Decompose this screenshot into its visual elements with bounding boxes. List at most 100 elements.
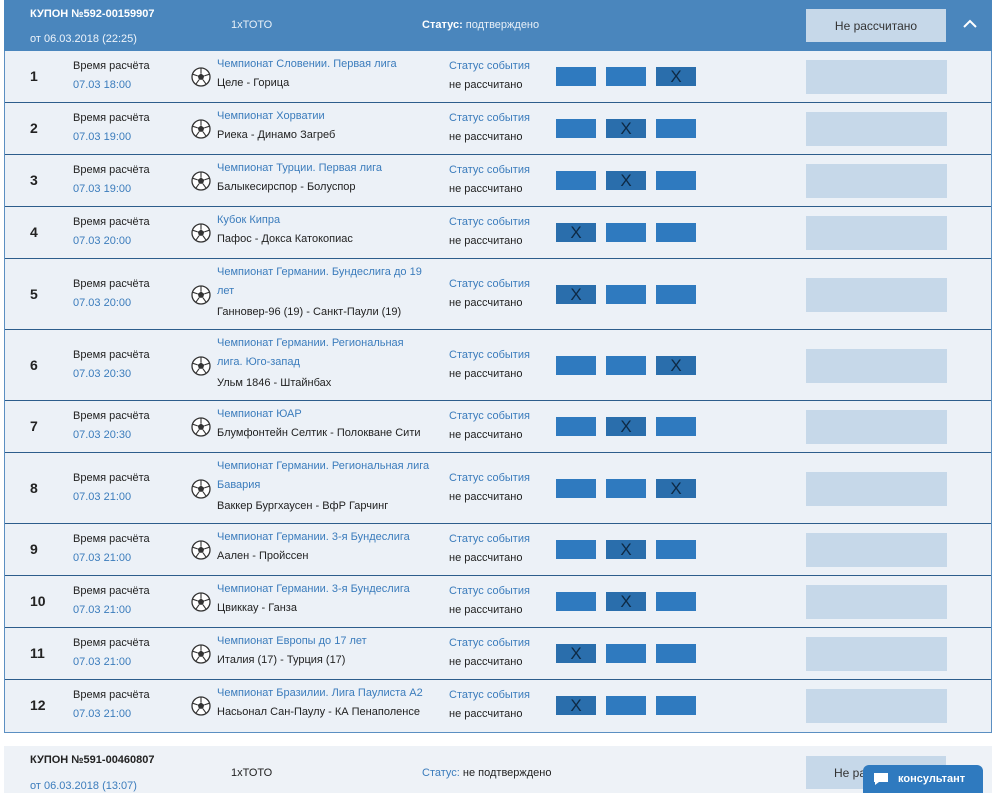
- option-2-win[interactable]: X: [656, 67, 696, 86]
- league-link[interactable]: Чемпионат Германии. Региональная лига. Ю…: [217, 334, 432, 372]
- option-2-win[interactable]: X: [656, 355, 696, 375]
- chevron-up-icon[interactable]: [962, 14, 978, 34]
- option-1-win[interactable]: [556, 171, 596, 190]
- event-result-box: [806, 112, 947, 146]
- league-link[interactable]: Чемпионат Германии. 3-я Бундеслига: [217, 580, 432, 599]
- event-number: 2: [30, 120, 38, 136]
- event-number: 4: [30, 224, 38, 240]
- event-status-value: не рассчитано: [449, 552, 523, 564]
- option-x-draw[interactable]: [606, 355, 646, 375]
- option-1-win[interactable]: X: [556, 696, 596, 715]
- option-x-draw[interactable]: X: [606, 592, 646, 611]
- coupon-date: от 06.03.2018 (13:07): [30, 780, 137, 792]
- soccer-ball-icon: [191, 696, 211, 716]
- option-2-win[interactable]: X: [656, 478, 696, 498]
- soccer-ball-icon: [191, 592, 211, 612]
- option-2-win[interactable]: [656, 644, 696, 663]
- event-status-label: Статус события: [449, 585, 530, 597]
- option-1-win[interactable]: X: [556, 284, 596, 304]
- option-1-win[interactable]: [556, 119, 596, 138]
- league-link[interactable]: Чемпионат Европы до 17 лет: [217, 632, 432, 651]
- soccer-ball-icon: [191, 540, 211, 560]
- option-x-draw[interactable]: X: [606, 417, 646, 436]
- option-1-win[interactable]: [556, 417, 596, 436]
- league-link[interactable]: Чемпионат ЮАР: [217, 405, 432, 424]
- coupon-card: КУПОН №592-00159907 от 06.03.2018 (22:25…: [4, 0, 992, 733]
- soccer-ball-icon: [191, 417, 211, 437]
- calc-time-value: 07.03 19:00: [73, 131, 132, 143]
- coupon-date: от 06.03.2018 (22:25): [30, 33, 137, 45]
- league-link[interactable]: Чемпионат Бразилии. Лига Паулиста А2: [217, 684, 432, 703]
- soccer-ball-icon: [191, 119, 211, 139]
- coupon-number: КУПОН №592-00159907: [30, 8, 155, 20]
- option-1-win[interactable]: X: [556, 644, 596, 663]
- option-2-win[interactable]: [656, 696, 696, 715]
- option-x-draw[interactable]: [606, 644, 646, 663]
- coupon-status-value: не подтверждено: [462, 767, 552, 779]
- calculation-status-button[interactable]: Не рассчитано: [806, 9, 946, 42]
- event-status-label: Статус события: [449, 689, 530, 701]
- event-status-label: Статус события: [449, 410, 530, 422]
- event-row: 12 Время расчёта 07.03 21:00 Чемпионат Браз…: [5, 680, 991, 732]
- event-number: 3: [30, 172, 38, 188]
- event-status-value: не рассчитано: [449, 367, 523, 380]
- option-x-draw[interactable]: X: [606, 540, 646, 559]
- option-x-draw[interactable]: [606, 67, 646, 86]
- option-x-draw[interactable]: [606, 223, 646, 242]
- option-2-win[interactable]: [656, 540, 696, 559]
- league-link[interactable]: Чемпионат Германии. 3-я Бундеслига: [217, 528, 432, 547]
- option-x-draw[interactable]: X: [606, 119, 646, 138]
- option-x-draw[interactable]: [606, 478, 646, 498]
- calc-time-value: 07.03 21:00: [73, 656, 132, 668]
- coupon-type: 1xТОТО: [231, 19, 273, 31]
- calc-time-value: 07.03 20:30: [73, 429, 132, 441]
- coupon-status-label: Статус:: [422, 767, 460, 779]
- event-status-label: Статус события: [449, 277, 530, 290]
- calc-time-label: Время расчёта: [73, 585, 150, 597]
- league-link[interactable]: Чемпионат Германии. Региональная лига Ба…: [217, 457, 432, 495]
- coupon-header[interactable]: КУПОН №592-00159907 от 06.03.2018 (22:25…: [4, 0, 992, 51]
- soccer-ball-icon: [191, 284, 211, 305]
- event-status-label: Статус события: [449, 216, 530, 228]
- chat-icon: [874, 773, 888, 785]
- option-2-win[interactable]: [656, 417, 696, 436]
- event-number: 11: [30, 645, 45, 661]
- event-status-value: не рассчитано: [449, 296, 523, 309]
- event-row: 6 Время расчёта 07.03 20:30 Чемпионат Герма…: [5, 330, 991, 401]
- calc-time-label: Время расчёта: [73, 277, 150, 290]
- coupon-history-page: КУПОН №592-00159907 от 06.03.2018 (22:25…: [0, 0, 994, 793]
- event-row: 7 Время расчёта 07.03 20:30 Чемпионат ЮАР Бл…: [5, 401, 991, 453]
- coupon-status: Статус: не подтверждено: [422, 767, 552, 779]
- event-row: 9 Время расчёта 07.03 21:00 Чемпионат Герма…: [5, 524, 991, 576]
- coupon-card-collapsed[interactable]: КУПОН №591-00460807 от 06.03.2018 (13:07…: [4, 746, 992, 793]
- league-link[interactable]: Чемпионат Германии. Бундеслига до 19 лет: [217, 263, 432, 301]
- event-status-value: не рассчитано: [449, 490, 523, 503]
- calc-time-label: Время расчёта: [73, 637, 150, 649]
- option-1-win[interactable]: [556, 592, 596, 611]
- option-1-win[interactable]: [556, 478, 596, 498]
- option-1-win[interactable]: [556, 67, 596, 86]
- event-status-value: не рассчитано: [449, 604, 523, 616]
- option-1-win[interactable]: [556, 355, 596, 375]
- option-2-win[interactable]: [656, 171, 696, 190]
- option-2-win[interactable]: [656, 119, 696, 138]
- calc-time-value: 07.03 20:30: [73, 367, 132, 380]
- event-number: 7: [30, 418, 38, 434]
- option-1-win[interactable]: [556, 540, 596, 559]
- option-2-win[interactable]: [656, 223, 696, 242]
- soccer-ball-icon: [191, 171, 211, 191]
- league-link[interactable]: Чемпионат Турции. Первая лига: [217, 159, 432, 178]
- option-x-draw[interactable]: [606, 284, 646, 304]
- event-number: 5: [30, 285, 38, 302]
- option-x-draw[interactable]: [606, 696, 646, 715]
- league-link[interactable]: Чемпионат Хорватии: [217, 107, 432, 126]
- option-x-draw[interactable]: X: [606, 171, 646, 190]
- option-2-win[interactable]: [656, 284, 696, 304]
- consultant-label: консультант: [898, 773, 966, 785]
- option-2-win[interactable]: [656, 592, 696, 611]
- league-link[interactable]: Кубок Кипра: [217, 211, 432, 230]
- consultant-chat-button[interactable]: консультант: [863, 765, 983, 793]
- event-result-box: [806, 277, 947, 312]
- league-link[interactable]: Чемпионат Словении. Первая лига: [217, 55, 432, 74]
- option-1-win[interactable]: X: [556, 223, 596, 242]
